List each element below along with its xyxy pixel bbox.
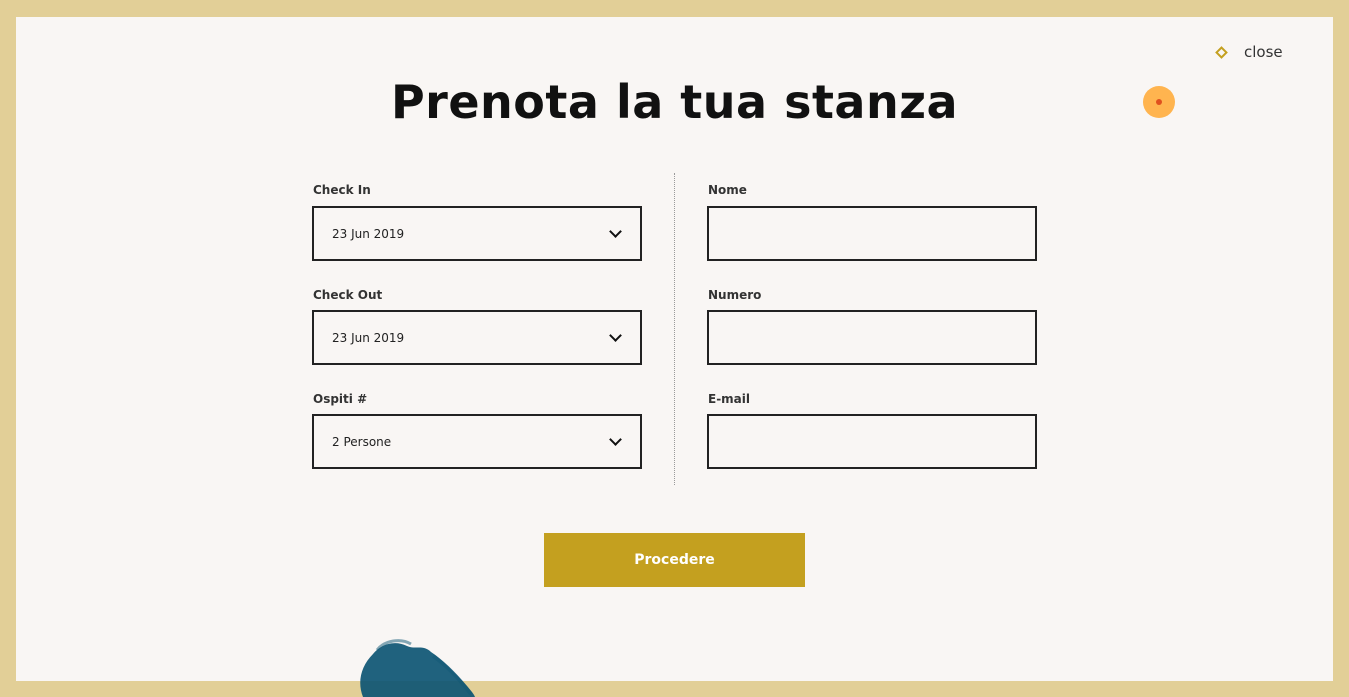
- check-out-select[interactable]: 23 Jun 2019: [312, 310, 642, 365]
- close-label: close: [1244, 43, 1283, 61]
- page-title: Prenota la tua stanza: [390, 75, 959, 129]
- column-divider: [674, 173, 675, 485]
- number-label: Numero: [708, 288, 762, 302]
- chevron-down-icon: [609, 224, 622, 238]
- number-input[interactable]: [709, 312, 1035, 363]
- check-in-value: 23 Jun 2019: [332, 226, 405, 241]
- name-label: Nome: [708, 183, 747, 197]
- email-label: E-mail: [708, 392, 751, 406]
- guests-value: 2 Persone: [332, 434, 392, 449]
- check-in-label: Check In: [313, 183, 371, 197]
- email-field-box: [707, 414, 1037, 469]
- name-input[interactable]: [709, 208, 1035, 259]
- check-in-select[interactable]: 23 Jun 2019: [312, 206, 642, 261]
- guests-label: Ospiti #: [313, 392, 368, 406]
- email-input[interactable]: [709, 416, 1035, 467]
- check-out-value: 23 Jun 2019: [332, 330, 405, 345]
- chevron-down-icon: [609, 328, 622, 342]
- name-field-box: [707, 206, 1037, 261]
- check-out-label: Check Out: [313, 288, 383, 302]
- close-button[interactable]: close: [1215, 43, 1283, 61]
- paint-splash-decoration: [360, 639, 475, 697]
- diamond-icon: [1215, 45, 1228, 59]
- chevron-down-icon: [609, 432, 622, 446]
- number-field-box: [707, 310, 1037, 365]
- guests-select[interactable]: 2 Persone: [312, 414, 642, 469]
- submit-button[interactable]: Procedere: [544, 533, 805, 587]
